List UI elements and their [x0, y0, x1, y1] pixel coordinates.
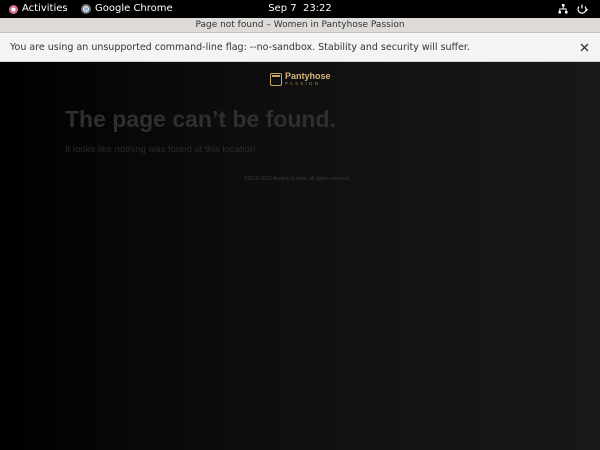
copyright-text: ©2018-2023 Anatoly Eremin. all rights re…: [244, 176, 351, 182]
clock-button[interactable]: Sep 7 23:22: [0, 0, 600, 18]
not-found-message: It looks like nothing was found at this …: [65, 144, 258, 155]
window-titlebar[interactable]: Page not found – Women in Pantyhose Pass…: [0, 18, 600, 33]
clock-time: 23:22: [302, 3, 332, 14]
power-icon[interactable]: [577, 4, 588, 14]
logo-mark-icon: [270, 72, 282, 86]
page-title: The page can’t be found.: [65, 106, 336, 132]
clock-date: Sep 7: [268, 3, 297, 14]
page-content: Pantyhose PASSION The page can’t be foun…: [0, 62, 600, 450]
infobar-message: You are using an unsupported command-lin…: [10, 42, 470, 53]
logo-main-text: Pantyhose: [285, 71, 331, 81]
logo-wordmark: Pantyhose PASSION: [285, 72, 331, 87]
unsupported-flag-infobar: You are using an unsupported command-lin…: [0, 33, 600, 62]
window-title: Page not found – Women in Pantyhose Pass…: [195, 20, 405, 30]
close-icon[interactable]: [580, 43, 589, 52]
gnome-top-bar: Activities Google Chrome Sep 7 23:22: [0, 0, 600, 18]
logo-sub-text: PASSION: [285, 81, 321, 86]
network-icon[interactable]: [558, 4, 568, 14]
site-logo[interactable]: Pantyhose PASSION: [270, 72, 331, 87]
